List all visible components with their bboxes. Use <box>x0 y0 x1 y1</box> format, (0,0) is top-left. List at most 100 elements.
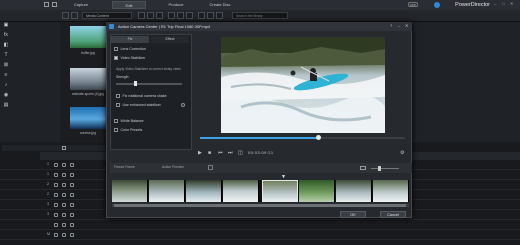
list-view-icon[interactable] <box>147 12 154 19</box>
chapter-room-icon[interactable]: ◉ <box>3 92 9 98</box>
play-icon[interactable]: ▶ <box>198 150 202 156</box>
dialog-minimize-icon[interactable]: – <box>398 23 400 28</box>
track-toggle-icon[interactable] <box>54 173 58 177</box>
filmstrip-scrollbar-thumb[interactable] <box>114 204 406 207</box>
dialog-close-icon[interactable]: ✕ <box>405 23 408 28</box>
previous-frame-icon[interactable]: ⏮ <box>218 150 223 156</box>
filmstrip-frame <box>299 180 335 202</box>
transition-room-icon[interactable]: ⊠ <box>3 62 9 68</box>
help-icon[interactable]: ? <box>390 23 392 28</box>
detail-view-icon[interactable] <box>156 12 163 19</box>
sound-icon[interactable] <box>198 12 205 19</box>
zoom-slider[interactable] <box>371 168 399 169</box>
freeze-frame-label[interactable]: Freeze Frame <box>114 165 135 169</box>
track-visibility-icon[interactable] <box>70 223 74 227</box>
track-toggle-icon[interactable] <box>54 183 58 187</box>
track-lock-icon[interactable] <box>62 203 66 207</box>
playback-scrubber-handle[interactable] <box>316 135 321 140</box>
track-toggle-icon[interactable] <box>54 233 58 237</box>
track-visibility-icon[interactable] <box>70 183 74 187</box>
audio-mixing-icon[interactable]: ≡ <box>3 72 9 78</box>
strength-slider-handle[interactable] <box>134 81 137 86</box>
library-thumb-1[interactable] <box>70 26 106 48</box>
color-presets-row[interactable]: Color Presets <box>114 128 142 132</box>
track-lock-icon[interactable] <box>62 193 66 197</box>
tab-create-disc[interactable]: Create Disc <box>206 1 234 9</box>
pip-room-icon[interactable]: ◧ <box>3 42 9 48</box>
library-thumb-2[interactable] <box>70 68 106 90</box>
track-lock-icon[interactable] <box>62 233 66 237</box>
track-visibility-icon[interactable] <box>70 193 74 197</box>
video-stabilizer-label: Video Stabilizer <box>120 56 146 60</box>
rotational-row[interactable]: Fix rotational camera shake <box>116 94 167 98</box>
subtitle-room-icon[interactable]: ▤ <box>3 102 9 108</box>
track-toggle-icon[interactable] <box>54 223 58 227</box>
delete-icon[interactable] <box>208 165 213 170</box>
track-toggle-icon[interactable] <box>54 213 58 217</box>
fx-room-icon[interactable]: fx <box>3 32 9 38</box>
tab-edit[interactable]: Edit <box>112 1 146 9</box>
track-visibility-icon[interactable] <box>70 233 74 237</box>
tab-fix[interactable]: Fix <box>111 36 149 43</box>
timecode: 00:03:09:21 <box>248 150 274 155</box>
close-icon[interactable]: ✕ <box>510 1 515 7</box>
info-icon[interactable] <box>181 103 185 107</box>
tag-icon[interactable] <box>186 12 193 19</box>
advanced-row[interactable]: Use enhanced stabilizer <box>116 103 161 107</box>
track-lock-icon[interactable] <box>62 163 66 167</box>
track-visibility-icon[interactable] <box>70 203 74 207</box>
track-visibility-icon[interactable] <box>70 213 74 217</box>
cancel-button[interactable]: Cancel <box>380 211 406 218</box>
media-content-select[interactable]: Media Content <box>82 12 132 19</box>
sort-icon[interactable] <box>177 12 184 19</box>
video-icon[interactable] <box>216 12 223 19</box>
tab-effect[interactable]: Effect <box>151 36 189 43</box>
folder-icon[interactable] <box>44 2 49 7</box>
strength-slider[interactable] <box>116 83 182 85</box>
track-toggle-icon[interactable] <box>54 163 58 167</box>
maximize-icon[interactable]: □ <box>502 1 507 7</box>
track-lock-icon[interactable] <box>62 223 66 227</box>
action-preview-label[interactable]: Action Preview <box>162 165 184 169</box>
white-balance-row[interactable]: White Balance <box>114 119 144 123</box>
track-visibility-icon[interactable] <box>70 173 74 177</box>
tab-capture[interactable]: Capture <box>70 1 92 9</box>
track-manager-icon[interactable] <box>62 146 66 150</box>
filter-icon[interactable] <box>168 12 175 19</box>
filmstrip-frame-selected <box>262 180 298 202</box>
library-search-input[interactable]: Search the library <box>232 12 288 19</box>
track-lock-icon[interactable] <box>62 213 66 217</box>
tab-produce[interactable]: Produce <box>165 1 187 9</box>
track-visibility-icon[interactable] <box>70 163 74 167</box>
lens-correction-checkbox[interactable] <box>114 47 118 51</box>
color-presets-checkbox[interactable] <box>114 128 118 132</box>
ok-button[interactable]: OK <box>340 211 366 218</box>
next-frame-icon[interactable]: ⏭ <box>228 150 233 156</box>
image-icon[interactable] <box>207 12 214 19</box>
video-stabilizer-row[interactable]: Video Stabilizer <box>114 56 145 60</box>
minimize-icon[interactable]: – <box>494 1 499 7</box>
rotational-checkbox[interactable] <box>116 94 120 98</box>
fit-icon[interactable] <box>360 166 366 170</box>
settings-icon[interactable] <box>52 2 57 7</box>
grid-view-icon[interactable] <box>138 12 145 19</box>
preview-settings-icon[interactable]: ⚙ <box>400 150 404 156</box>
filmstrip-frame <box>186 180 222 202</box>
import-icon[interactable] <box>62 12 69 19</box>
zoom-slider-handle[interactable] <box>378 166 381 171</box>
lens-correction-row[interactable]: Lens Correction <box>114 47 146 51</box>
snapshot-icon[interactable]: ◫ <box>238 150 243 156</box>
track-lock-icon[interactable] <box>62 173 66 177</box>
track-toggle-icon[interactable] <box>54 193 58 197</box>
advanced-checkbox[interactable] <box>116 103 120 107</box>
track-toggle-icon[interactable] <box>54 203 58 207</box>
voice-over-icon[interactable]: ♪ <box>3 82 9 88</box>
plugin-icon[interactable] <box>71 12 78 19</box>
media-room-icon[interactable]: ▣ <box>3 22 9 28</box>
library-thumb-3[interactable] <box>70 107 106 129</box>
stop-icon[interactable]: ■ <box>208 150 211 156</box>
white-balance-checkbox[interactable] <box>114 119 118 123</box>
video-stabilizer-checkbox[interactable] <box>114 56 118 60</box>
track-lock-icon[interactable] <box>62 183 66 187</box>
title-room-icon[interactable]: T <box>3 52 9 58</box>
